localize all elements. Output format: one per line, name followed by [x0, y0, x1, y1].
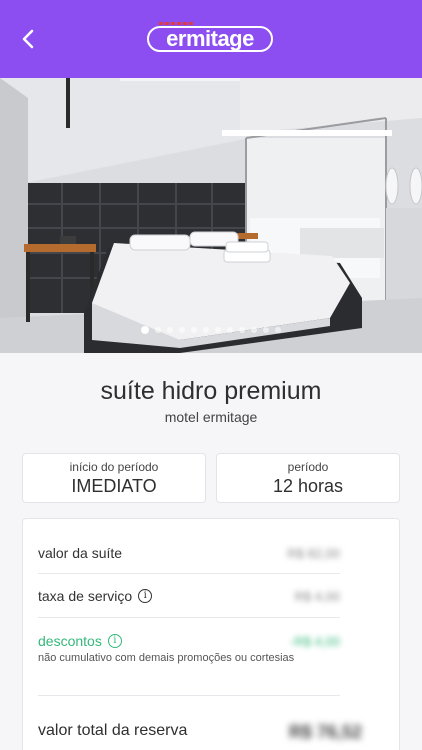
period-value: 12 horas — [272, 476, 344, 496]
carousel-dot[interactable] — [191, 327, 197, 333]
app-header: ermitage — [0, 0, 422, 78]
service-fee-label-group: taxa de serviço i — [38, 588, 153, 604]
carousel-dot[interactable] — [203, 327, 209, 333]
service-fee-label: taxa de serviço — [38, 588, 133, 604]
carousel-dot[interactable] — [227, 327, 233, 333]
start-period-value: IMEDIATO — [71, 476, 157, 496]
period-label: período — [287, 460, 329, 474]
start-period-label: início do período — [69, 460, 159, 474]
discount-row: descontos i -R$ 4,00 não cumulativo com … — [38, 618, 340, 696]
period-selector[interactable]: período 12 horas — [216, 453, 400, 503]
discount-value: -R$ 4,00 — [290, 634, 340, 649]
carousel-dot[interactable] — [275, 327, 281, 333]
room-photo — [0, 78, 422, 353]
info-icon[interactable]: i — [107, 634, 122, 648]
room-name: suíte hidro premium — [100, 377, 322, 405]
carousel-dot[interactable] — [251, 327, 257, 333]
carousel-dot[interactable] — [155, 327, 161, 333]
brand-logo: ermitage — [147, 22, 273, 52]
chevron-left-icon — [22, 29, 34, 49]
carousel-dot[interactable] — [263, 327, 269, 333]
carousel-indicators — [0, 326, 422, 334]
service-fee-value: R$ 4,00 — [294, 589, 340, 604]
carousel-dot[interactable] — [167, 327, 173, 333]
logo-decoration — [159, 22, 193, 25]
room-photo-carousel[interactable] — [0, 78, 422, 353]
total-value: R$ 76,52 — [288, 722, 362, 742]
start-period-selector[interactable]: início do período IMEDIATO — [22, 453, 206, 503]
info-icon[interactable]: i — [138, 589, 153, 603]
carousel-dot[interactable] — [215, 327, 221, 333]
suite-price-row: valor da suíte R$ 82,00 — [38, 537, 340, 574]
suite-price-value: R$ 82,00 — [287, 546, 340, 561]
carousel-dot[interactable] — [179, 327, 185, 333]
total-label: valor total da reserva — [38, 722, 188, 739]
service-fee-row: taxa de serviço i R$ 4,00 — [38, 574, 340, 618]
discount-label: descontos — [38, 633, 102, 649]
carousel-dot[interactable] — [239, 327, 245, 333]
discount-label-group: descontos i — [38, 633, 122, 649]
logo-text: ermitage — [166, 26, 254, 51]
suite-price-label: valor da suíte — [38, 545, 123, 561]
discount-note: não cumulativo com demais promoções ou c… — [38, 652, 295, 664]
motel-name: motel ermitage — [164, 409, 258, 425]
back-button[interactable] — [16, 26, 42, 52]
carousel-dot[interactable] — [141, 326, 149, 334]
